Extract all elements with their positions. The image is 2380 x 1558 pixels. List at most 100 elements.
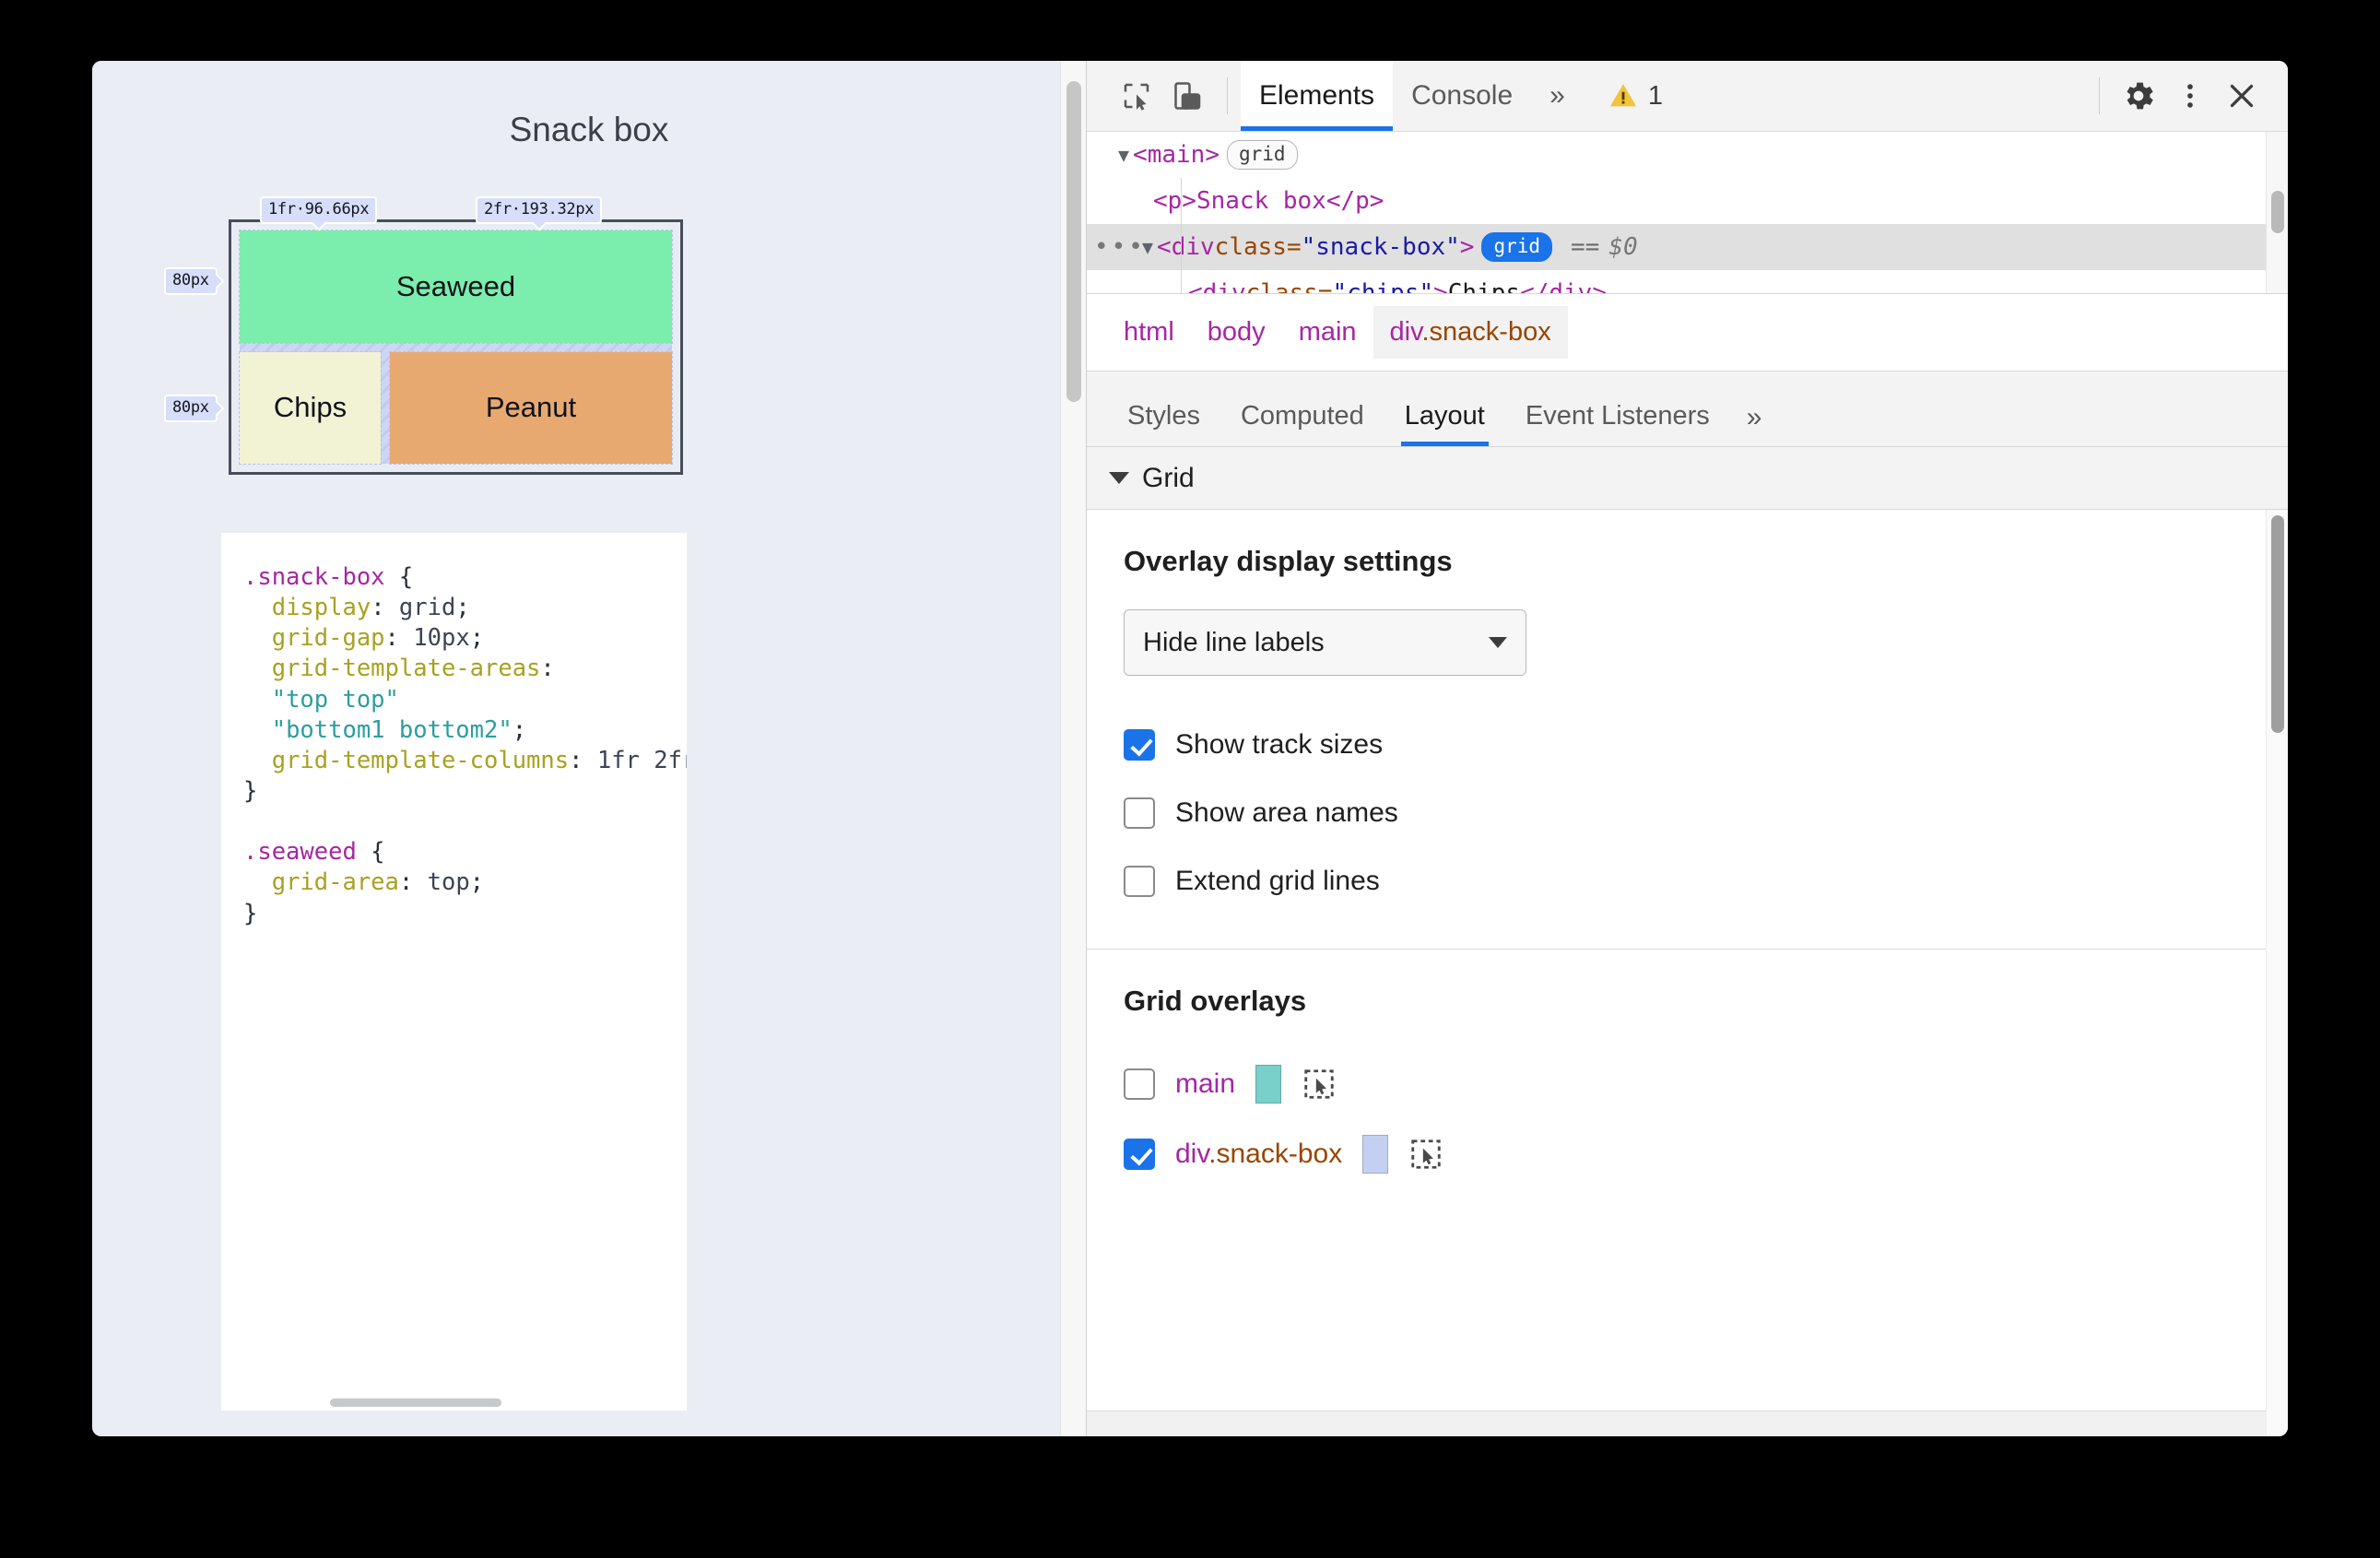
track-size-label-row-1: 80px [164, 267, 218, 295]
dom-tag-div: <div [1157, 233, 1215, 261]
grid-section-header[interactable]: Grid [1087, 447, 2288, 510]
checkbox-extend-grid-lines[interactable] [1124, 866, 1155, 897]
dom-tree-scrollbar[interactable] [2266, 132, 2288, 293]
dom-tag-end-chips: </div> [1520, 279, 1607, 294]
warning-icon [1609, 84, 1636, 107]
dom-row-chips[interactable]: <div class= "chips" > Chips </div> [1087, 270, 2288, 294]
layout-panel-bottom-strip [1087, 1410, 2266, 1436]
grid-overlay-row-main[interactable]: main [1124, 1049, 2251, 1119]
dom-indent-guide [1181, 178, 1182, 293]
checkbox-row-extend-grid-lines[interactable]: Extend grid lines [1124, 847, 2251, 915]
grid-overlays-title: Grid overlays [1124, 985, 1307, 1017]
checkbox-overlay-snack-box[interactable] [1124, 1139, 1155, 1170]
close-icon[interactable] [2216, 70, 2268, 122]
devtools-window: Snack box Seaweed Chips Peanut 1fr·96.66… [92, 61, 2288, 1436]
overlay-name-snack-box: div.snack-box [1175, 1139, 1342, 1170]
dom-attr-class: class= [1214, 233, 1302, 261]
breadcrumb-item-snack-box[interactable]: div.snack-box [1373, 306, 1568, 359]
checkbox-show-area-names[interactable] [1124, 797, 1155, 829]
label-extend-grid-lines: Extend grid lines [1175, 866, 1380, 896]
label-show-track-sizes: Show track sizes [1175, 729, 1384, 760]
grid-badge-snack-box[interactable]: grid [1481, 232, 1553, 262]
twisty-icon[interactable]: ▼ [1118, 146, 1129, 164]
line-labels-select-value: Hide line labels [1143, 627, 1325, 657]
devtools-panel: Elements Console » 1 ▼ <main> grid <p>Sn… [1086, 61, 2288, 1436]
line-labels-select[interactable]: Hide line labels [1124, 609, 1526, 676]
dom-tree-scrollbar-thumb[interactable] [2271, 191, 2284, 233]
checkbox-row-show-track-sizes[interactable]: Show track sizes [1124, 711, 2251, 779]
grid-overlay-preview: Seaweed Chips Peanut 1fr·96.66px 2fr·193… [164, 196, 683, 475]
breadcrumb-item-main[interactable]: main [1282, 306, 1373, 359]
layout-panel-scrollbar-thumb[interactable] [2271, 515, 2284, 733]
grid-overlay-row-snack-box[interactable]: div.snack-box [1124, 1119, 2251, 1189]
toolbar-divider-2 [2099, 77, 2100, 114]
page-title: Snack box [509, 111, 669, 148]
track-size-label-column-2: 2fr·193.32px [476, 196, 603, 224]
breadcrumb-item-html[interactable]: html [1107, 306, 1191, 359]
breadcrumb-class: .snack-box [1421, 317, 1551, 347]
grid-overlays-section: Grid overlays main div.snack-box [1087, 950, 2288, 1217]
overlay-name-main: main [1175, 1068, 1236, 1099]
tab-console[interactable]: Console [1393, 61, 1531, 131]
gear-icon[interactable] [2113, 70, 2164, 122]
overlay-class-snack-box: .snack-box [1208, 1139, 1343, 1169]
grid-badge-main[interactable]: grid [1226, 140, 1298, 170]
grid-cell-chips: Chips [239, 350, 382, 465]
dom-row-snack-box[interactable]: ••• ▼ <div class= "snack-box" > grid == $0 [1087, 224, 2288, 270]
grid-section-title: Grid [1142, 462, 1195, 493]
layout-panel-scrollbar[interactable] [2266, 510, 2288, 1436]
code-horizontal-scrollbar[interactable] [330, 1399, 501, 1407]
device-toolbar-icon[interactable] [1162, 70, 1214, 122]
sidebar-tabs: Styles Computed Layout Event Listeners » [1087, 372, 2288, 447]
dom-equals: == [1571, 233, 1600, 261]
checkbox-show-track-sizes[interactable] [1124, 729, 1155, 761]
inspect-element-icon[interactable] [1111, 70, 1162, 122]
chevron-down-icon-select[interactable] [1489, 637, 1507, 648]
overlay-tag-div: div [1175, 1139, 1209, 1169]
dom-tag-main: <main> [1133, 141, 1219, 169]
dom-row-paragraph[interactable]: <p>Snack box</p> [1087, 178, 2288, 224]
twisty-icon-snack-box[interactable]: ▼ [1142, 238, 1153, 256]
dom-markup-p: <p>Snack box</p> [1153, 187, 1384, 215]
overlay-color-swatch-main[interactable] [1255, 1065, 1282, 1104]
tab-layout[interactable]: Layout [1384, 401, 1505, 446]
breadcrumb-item-body[interactable]: body [1191, 306, 1282, 359]
checkbox-row-show-area-names[interactable]: Show area names [1124, 779, 2251, 847]
label-show-area-names: Show area names [1175, 797, 1398, 828]
more-tabs-chevron-icon[interactable]: » [1531, 61, 1584, 131]
dom-tag-close: > [1459, 233, 1475, 261]
more-sidebar-tabs-chevron-icon[interactable]: » [1730, 402, 1779, 446]
kebab-menu-icon[interactable] [2164, 70, 2216, 122]
css-code-block: .snack-box { display: grid; grid-gap: 10… [243, 563, 687, 927]
select-element-icon-main[interactable] [1302, 1067, 1337, 1102]
dom-console-ref: $0 [1608, 233, 1638, 261]
track-size-label-row-2: 80px [164, 395, 218, 422]
dom-attr-value-snack-box: "snack-box" [1301, 233, 1460, 261]
tab-computed[interactable]: Computed [1220, 401, 1384, 446]
css-code-card: .snack-box { display: grid; grid-gap: 10… [221, 533, 687, 1410]
warning-count: 1 [1647, 80, 1663, 111]
breadcrumb-tag: div [1389, 317, 1422, 347]
overlay-color-swatch-snack-box[interactable] [1362, 1135, 1389, 1174]
dom-attr-class-chips: class= [1245, 279, 1333, 294]
dom-more-icon[interactable]: ••• [1094, 235, 1143, 259]
page-scrollbar-thumb[interactable] [1066, 81, 1081, 402]
tab-styles[interactable]: Styles [1107, 401, 1220, 446]
tab-event-listeners[interactable]: Event Listeners [1505, 401, 1730, 446]
chevron-down-icon[interactable] [1109, 472, 1129, 484]
tab-elements[interactable]: Elements [1241, 61, 1394, 131]
snack-box-grid: Seaweed Chips Peanut [239, 230, 673, 465]
checkbox-overlay-main[interactable] [1124, 1068, 1155, 1100]
dom-tree: ▼ <main> grid <p>Snack box</p> ••• ▼ <div cl… [1087, 132, 2288, 294]
grid-cell-seaweed: Seaweed [239, 230, 673, 344]
breadcrumb: html body main div.snack-box [1087, 294, 2288, 372]
dom-tag-close-chips: > [1433, 279, 1448, 294]
page-vertical-scrollbar[interactable] [1060, 61, 1086, 1436]
select-element-icon-snack-box[interactable] [1408, 1137, 1443, 1172]
dom-attr-value-chips: "chips" [1332, 279, 1434, 294]
toolbar-divider [1227, 77, 1228, 114]
css-selector-1: .snack-box [243, 563, 385, 591]
warning-badge[interactable]: 1 [1608, 80, 1663, 112]
dom-row-main[interactable]: ▼ <main> grid [1087, 132, 2288, 178]
dom-text-chips: Chips [1447, 279, 1521, 294]
